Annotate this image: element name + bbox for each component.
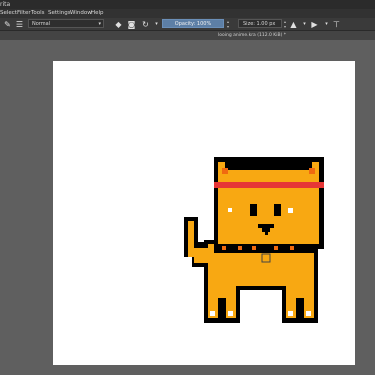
pixel-cat-artwork (184, 157, 324, 323)
cat-headband (214, 182, 324, 188)
cat-collar (214, 244, 318, 253)
